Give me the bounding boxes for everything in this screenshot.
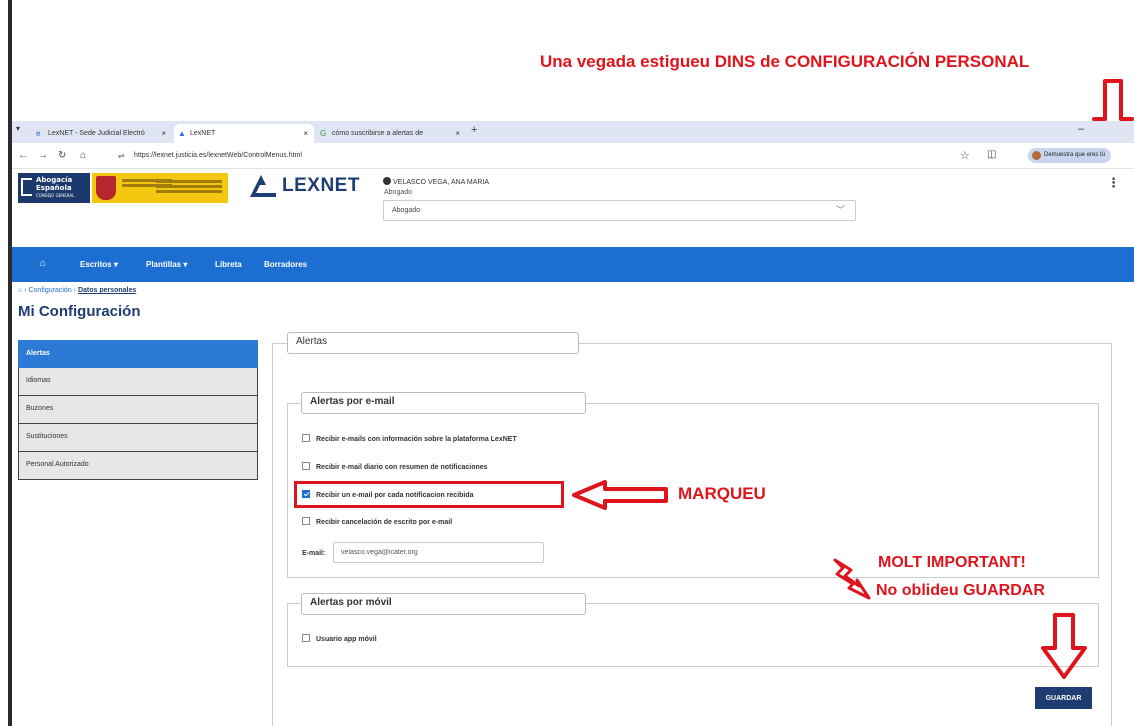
institutional-logos: Abogacía Española CONSEJO GENERAL xyxy=(18,173,228,203)
option-label: Recibir e-mail diario con resumen de not… xyxy=(316,464,488,471)
ministry-text-lines xyxy=(156,180,222,183)
edge-icon: e xyxy=(36,129,41,138)
close-icon[interactable]: × xyxy=(455,124,460,143)
option-label: Recibir e-mails con información sobre la… xyxy=(316,436,517,443)
home-icon[interactable]: ⌂ xyxy=(80,150,86,161)
browser-tab-1[interactable]: e LexNET - Sede Judicial Electró × xyxy=(32,124,172,143)
spain-shield-icon xyxy=(96,176,116,200)
minimize-icon[interactable]: – xyxy=(1078,123,1084,135)
page-title: Mi Configuración xyxy=(18,303,141,320)
ministry-logo xyxy=(92,173,228,203)
browser-tab-3[interactable]: G cómo suscribirse a alertas de × xyxy=(316,124,466,143)
browser-tabstrip: ▾ e LexNET - Sede Judicial Electró × ▲ L… xyxy=(12,121,1134,143)
tab-list-icon[interactable]: ▾ xyxy=(16,124,20,133)
home-icon[interactable]: ⌂ xyxy=(40,258,46,269)
option-cancelacion-escrito[interactable]: Recibir cancelación de escrito por e-mai… xyxy=(302,517,452,526)
lexnet-wordmark: LEXNET xyxy=(282,175,360,196)
lexnet-logo[interactable]: LEXNET xyxy=(248,175,360,197)
forward-icon[interactable]: → xyxy=(38,150,48,161)
nav-label: Plantillas xyxy=(146,260,182,269)
breadcrumb: ⌂ › Configuración › Datos personales xyxy=(18,287,136,294)
sidebar-item-sustituciones[interactable]: Sustituciones xyxy=(18,424,258,452)
extensions-icon[interactable]: ◫ xyxy=(987,149,996,160)
new-tab-button[interactable]: + xyxy=(471,124,477,136)
address-bar: ← → ↻ ⌂ ⇌ https://lexnet.justicia.es/lex… xyxy=(12,143,1134,169)
site-header: Abogacía Española CONSEJO GENERAL LEXNET… xyxy=(12,169,1134,247)
alerts-section-title: Alertas xyxy=(287,332,579,354)
option-resumen-diario[interactable]: Recibir e-mail diario con resumen de not… xyxy=(302,462,488,471)
lightning-bolt-icon xyxy=(833,558,871,600)
chevron-down-icon: ▾ xyxy=(183,260,188,269)
abogacia-logo: Abogacía Española CONSEJO GENERAL xyxy=(18,173,90,203)
role-label: Abogado xyxy=(384,189,413,196)
role-select[interactable]: Abogado ﹀ xyxy=(383,200,856,221)
breadcrumb-separator: › xyxy=(24,287,27,294)
email-alerts-title: Alertas por e-mail xyxy=(301,392,586,414)
user-icon xyxy=(383,177,391,185)
nav-item-plantillas[interactable]: Plantillas ▾ xyxy=(146,260,187,269)
email-label: E-mail: xyxy=(302,550,326,557)
highlight-box xyxy=(294,481,564,508)
abogacia-line2: Española xyxy=(36,184,72,192)
kebab-menu-icon[interactable]: ⋮ xyxy=(1107,176,1120,191)
option-label: Recibir cancelación de escrito por e-mai… xyxy=(316,519,453,526)
browser-tab-2[interactable]: ▲ LexNET × xyxy=(174,124,314,143)
settings-sidebar: Alertas Idiomas Buzones Sustituciones Pe… xyxy=(18,340,258,480)
sidebar-item-buzones[interactable]: Buzones xyxy=(18,396,258,424)
nav-label: Escritos xyxy=(80,260,112,269)
nav-item-libreta[interactable]: Libreta xyxy=(215,260,242,269)
nav-item-escritos[interactable]: Escritos ▾ xyxy=(80,260,118,269)
annotation-important-2: No oblideu GUARDAR xyxy=(876,582,1045,599)
main-navbar: ⌂ Escritos ▾ Plantillas ▾ Libreta Borrad… xyxy=(12,247,1134,282)
tab-label: LexNET - Sede Judicial Electró xyxy=(48,130,145,137)
sidebar-item-idiomas[interactable]: Idiomas xyxy=(18,368,258,396)
tab-label: LexNET xyxy=(190,130,216,137)
checkbox[interactable] xyxy=(302,517,310,525)
annotation-important-1: MOLT IMPORTANT! xyxy=(878,554,1026,571)
chevron-down-icon: ﹀ xyxy=(835,205,845,215)
lexnet-mark-icon xyxy=(250,175,276,197)
sidebar-item-personal-autorizado[interactable]: Personal Autorizado xyxy=(18,452,258,480)
option-usuario-app-movil[interactable]: Usuario app móvil xyxy=(302,634,377,643)
save-button[interactable]: GUARDAR xyxy=(1035,687,1092,709)
role-select-value: Abogado xyxy=(392,207,421,214)
reload-icon[interactable]: ↻ xyxy=(58,150,66,161)
user-name-text: VELASCO VEGA, ANA MARIA xyxy=(393,179,490,186)
back-icon[interactable]: ← xyxy=(18,150,28,161)
close-icon[interactable]: × xyxy=(303,124,308,143)
option-label: Usuario app móvil xyxy=(316,636,377,643)
lexnet-favicon-icon: ▲ xyxy=(178,129,186,138)
email-field[interactable] xyxy=(333,542,544,563)
breadcrumb-separator: › xyxy=(73,287,76,294)
profile-chip[interactable]: Demuestra que eres tú xyxy=(1028,148,1112,163)
abogacia-sub: CONSEJO GENERAL xyxy=(36,193,75,198)
left-border xyxy=(8,0,12,726)
checkbox[interactable] xyxy=(302,462,310,470)
screenshot-page: Una vegada estigueu DINS de CONFIGURACIÓ… xyxy=(0,0,1134,726)
nav-item-borradores[interactable]: Borradores xyxy=(264,260,307,269)
url-field[interactable]: https://lexnet.justicia.es/lexnetWeb/Con… xyxy=(134,152,302,159)
red-down-arrow-icon xyxy=(1041,613,1087,679)
option-info-plataforma[interactable]: Recibir e-mails con información sobre la… xyxy=(302,434,517,443)
abogacia-line1: Abogacía xyxy=(36,176,73,184)
user-name: VELASCO VEGA, ANA MARIA xyxy=(383,177,489,186)
sidebar-item-alertas[interactable]: Alertas xyxy=(18,340,258,368)
checkbox[interactable] xyxy=(302,434,310,442)
tab-label: cómo suscribirse a alertas de xyxy=(332,130,424,137)
close-icon[interactable]: × xyxy=(161,124,166,143)
annotation-marqueu: MARQUEU xyxy=(678,484,766,503)
red-left-arrow-icon xyxy=(572,480,668,510)
annotation-top: Una vegada estigueu DINS de CONFIGURACIÓ… xyxy=(540,52,1030,71)
site-info-icon[interactable]: ⇌ xyxy=(118,151,125,160)
bookmark-star-icon[interactable]: ☆ xyxy=(960,149,970,162)
chevron-down-icon: ▾ xyxy=(113,260,118,269)
checkbox[interactable] xyxy=(302,634,310,642)
abogacia-mark-icon xyxy=(21,178,32,196)
breadcrumb-item[interactable]: Configuración xyxy=(28,287,71,294)
google-icon: G xyxy=(320,129,327,138)
mobile-alerts-title: Alertas por móvil xyxy=(301,593,586,615)
breadcrumb-current[interactable]: Datos personales xyxy=(78,287,136,294)
home-icon[interactable]: ⌂ xyxy=(18,287,22,294)
